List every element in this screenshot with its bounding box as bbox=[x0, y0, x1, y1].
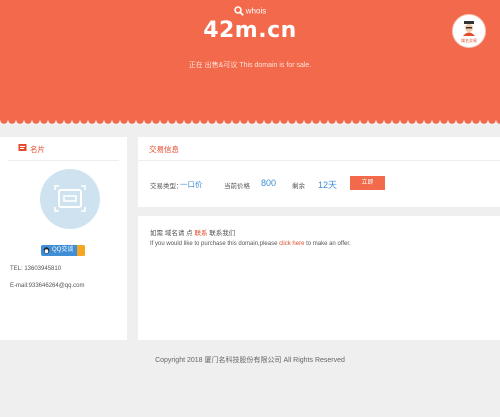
profile-title: 名片 bbox=[30, 145, 45, 154]
contact-chinese-line: 如需 域名请 点 联系 联系我们 bbox=[150, 230, 236, 237]
price-label: 当前价格 bbox=[224, 183, 250, 190]
buy-now-button[interactable]: 立即 bbox=[350, 176, 385, 190]
price-value: 800 bbox=[261, 178, 277, 188]
contact-english-line: If you would like to purchase this domai… bbox=[150, 241, 351, 247]
qq-chat-button[interactable]: QQ交谈 bbox=[41, 245, 85, 256]
contact-link-cn[interactable]: 联系 bbox=[194, 230, 207, 237]
domain-name: 42m.cn bbox=[203, 18, 297, 43]
banner-scallop-edge bbox=[0, 120, 500, 126]
search-icon bbox=[233, 6, 244, 16]
duration-value: 12天 bbox=[318, 180, 338, 190]
sale-notice: 正在 出售&可议 This domain is for sale. bbox=[188, 62, 312, 69]
id-card-icon bbox=[54, 185, 86, 212]
card-icon bbox=[18, 144, 27, 151]
domain-trade-badge[interactable]: 域名交易 bbox=[452, 14, 486, 48]
click-here-link[interactable]: click here bbox=[279, 241, 304, 247]
profile-divider bbox=[8, 160, 119, 161]
trade-info-card bbox=[138, 137, 500, 207]
whois-label: whois bbox=[245, 6, 267, 16]
email-text[interactable]: E-mail:933646264@qq.com bbox=[10, 283, 84, 289]
status-value: 一口价 bbox=[180, 180, 203, 189]
duration-label: 剩余 bbox=[292, 183, 305, 190]
tel-text: TEL: 13603945810 bbox=[10, 266, 62, 272]
profile-card bbox=[0, 137, 127, 340]
header-banner: whois 42m.cn 正在 出售&可议 This domain is for… bbox=[0, 0, 500, 120]
trade-title: 交易信息 bbox=[149, 145, 179, 154]
avatar bbox=[40, 169, 100, 229]
qq-label: QQ交谈 bbox=[52, 247, 74, 253]
status-label: 交易类型： bbox=[150, 183, 183, 190]
badge-label: 域名交易 bbox=[461, 38, 477, 43]
qq-penguin-icon bbox=[43, 247, 50, 254]
whois-link[interactable]: whois bbox=[0, 6, 500, 16]
trade-divider bbox=[138, 160, 500, 161]
footer-copyright: Copyright 2018 厦门名科技股份有限公司 All Rights Re… bbox=[155, 357, 345, 364]
broker-avatar-icon bbox=[463, 21, 475, 36]
qq-status-icon bbox=[77, 245, 85, 256]
